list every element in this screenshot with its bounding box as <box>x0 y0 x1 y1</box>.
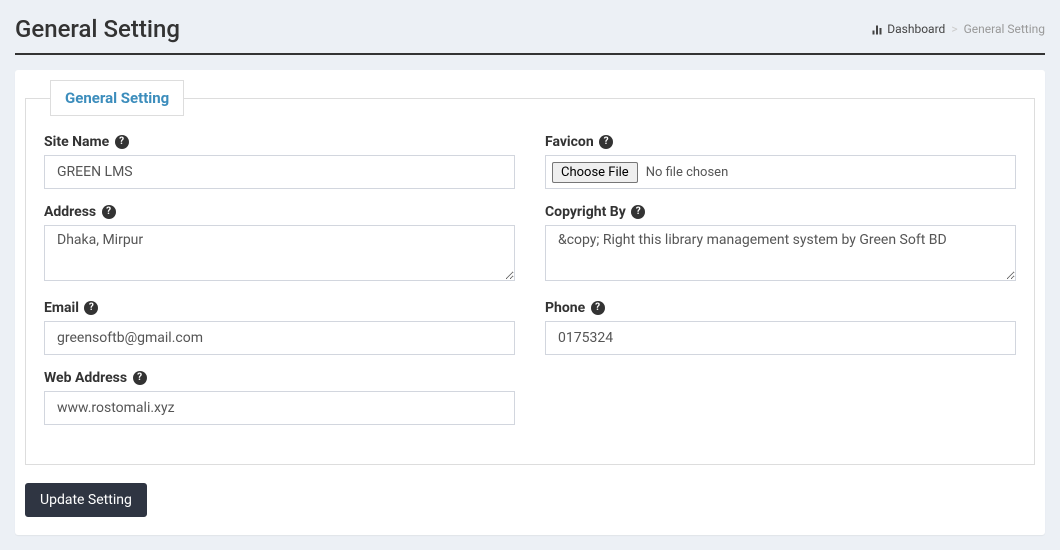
help-icon[interactable]: ? <box>115 135 129 149</box>
web-address-label-text: Web Address <box>44 370 127 386</box>
copyright-label-text: Copyright By <box>545 204 626 220</box>
site-name-label-text: Site Name <box>44 134 109 150</box>
help-icon[interactable]: ? <box>591 301 605 315</box>
address-label-text: Address <box>44 204 96 220</box>
breadcrumb-current: General Setting <box>964 22 1045 36</box>
settings-panel: General Setting Site Name ? Address ? <box>15 70 1045 535</box>
page-title: General Setting <box>15 15 180 43</box>
site-name-label: Site Name ? <box>44 134 515 150</box>
general-setting-fieldset: General Setting Site Name ? Address ? <box>25 80 1035 465</box>
favicon-label: Favicon ? <box>545 134 1016 150</box>
phone-label: Phone ? <box>545 300 1016 316</box>
email-input[interactable] <box>44 321 515 355</box>
copyright-input[interactable]: &copy; Right this library management sys… <box>545 225 1016 281</box>
phone-label-text: Phone <box>545 300 585 316</box>
site-name-input[interactable] <box>44 155 515 189</box>
choose-file-button[interactable]: Choose File <box>552 162 638 183</box>
help-icon[interactable]: ? <box>102 205 116 219</box>
breadcrumb-separator: > <box>951 22 957 36</box>
fieldset-legend: General Setting <box>50 80 184 116</box>
email-label: Email ? <box>44 300 515 316</box>
copyright-label: Copyright By ? <box>545 204 1016 220</box>
help-icon[interactable]: ? <box>84 301 98 315</box>
favicon-label-text: Favicon <box>545 134 594 150</box>
favicon-file-input[interactable]: Choose File No file chosen <box>545 155 1016 189</box>
address-input[interactable]: Dhaka, Mirpur <box>44 225 515 281</box>
divider <box>15 53 1045 55</box>
dashboard-icon <box>871 22 883 36</box>
help-icon[interactable]: ? <box>133 371 147 385</box>
email-label-text: Email <box>44 300 79 316</box>
address-label: Address ? <box>44 204 515 220</box>
phone-input[interactable] <box>545 321 1016 355</box>
breadcrumb-dashboard-link[interactable]: Dashboard <box>871 22 945 36</box>
help-icon[interactable]: ? <box>599 135 613 149</box>
file-chosen-label: No file chosen <box>646 165 729 180</box>
breadcrumb: Dashboard > General Setting <box>871 22 1045 36</box>
web-address-input[interactable] <box>44 391 515 425</box>
help-icon[interactable]: ? <box>631 205 645 219</box>
web-address-label: Web Address ? <box>44 370 515 386</box>
update-setting-button[interactable]: Update Setting <box>25 483 147 517</box>
breadcrumb-dashboard-label: Dashboard <box>887 22 945 36</box>
